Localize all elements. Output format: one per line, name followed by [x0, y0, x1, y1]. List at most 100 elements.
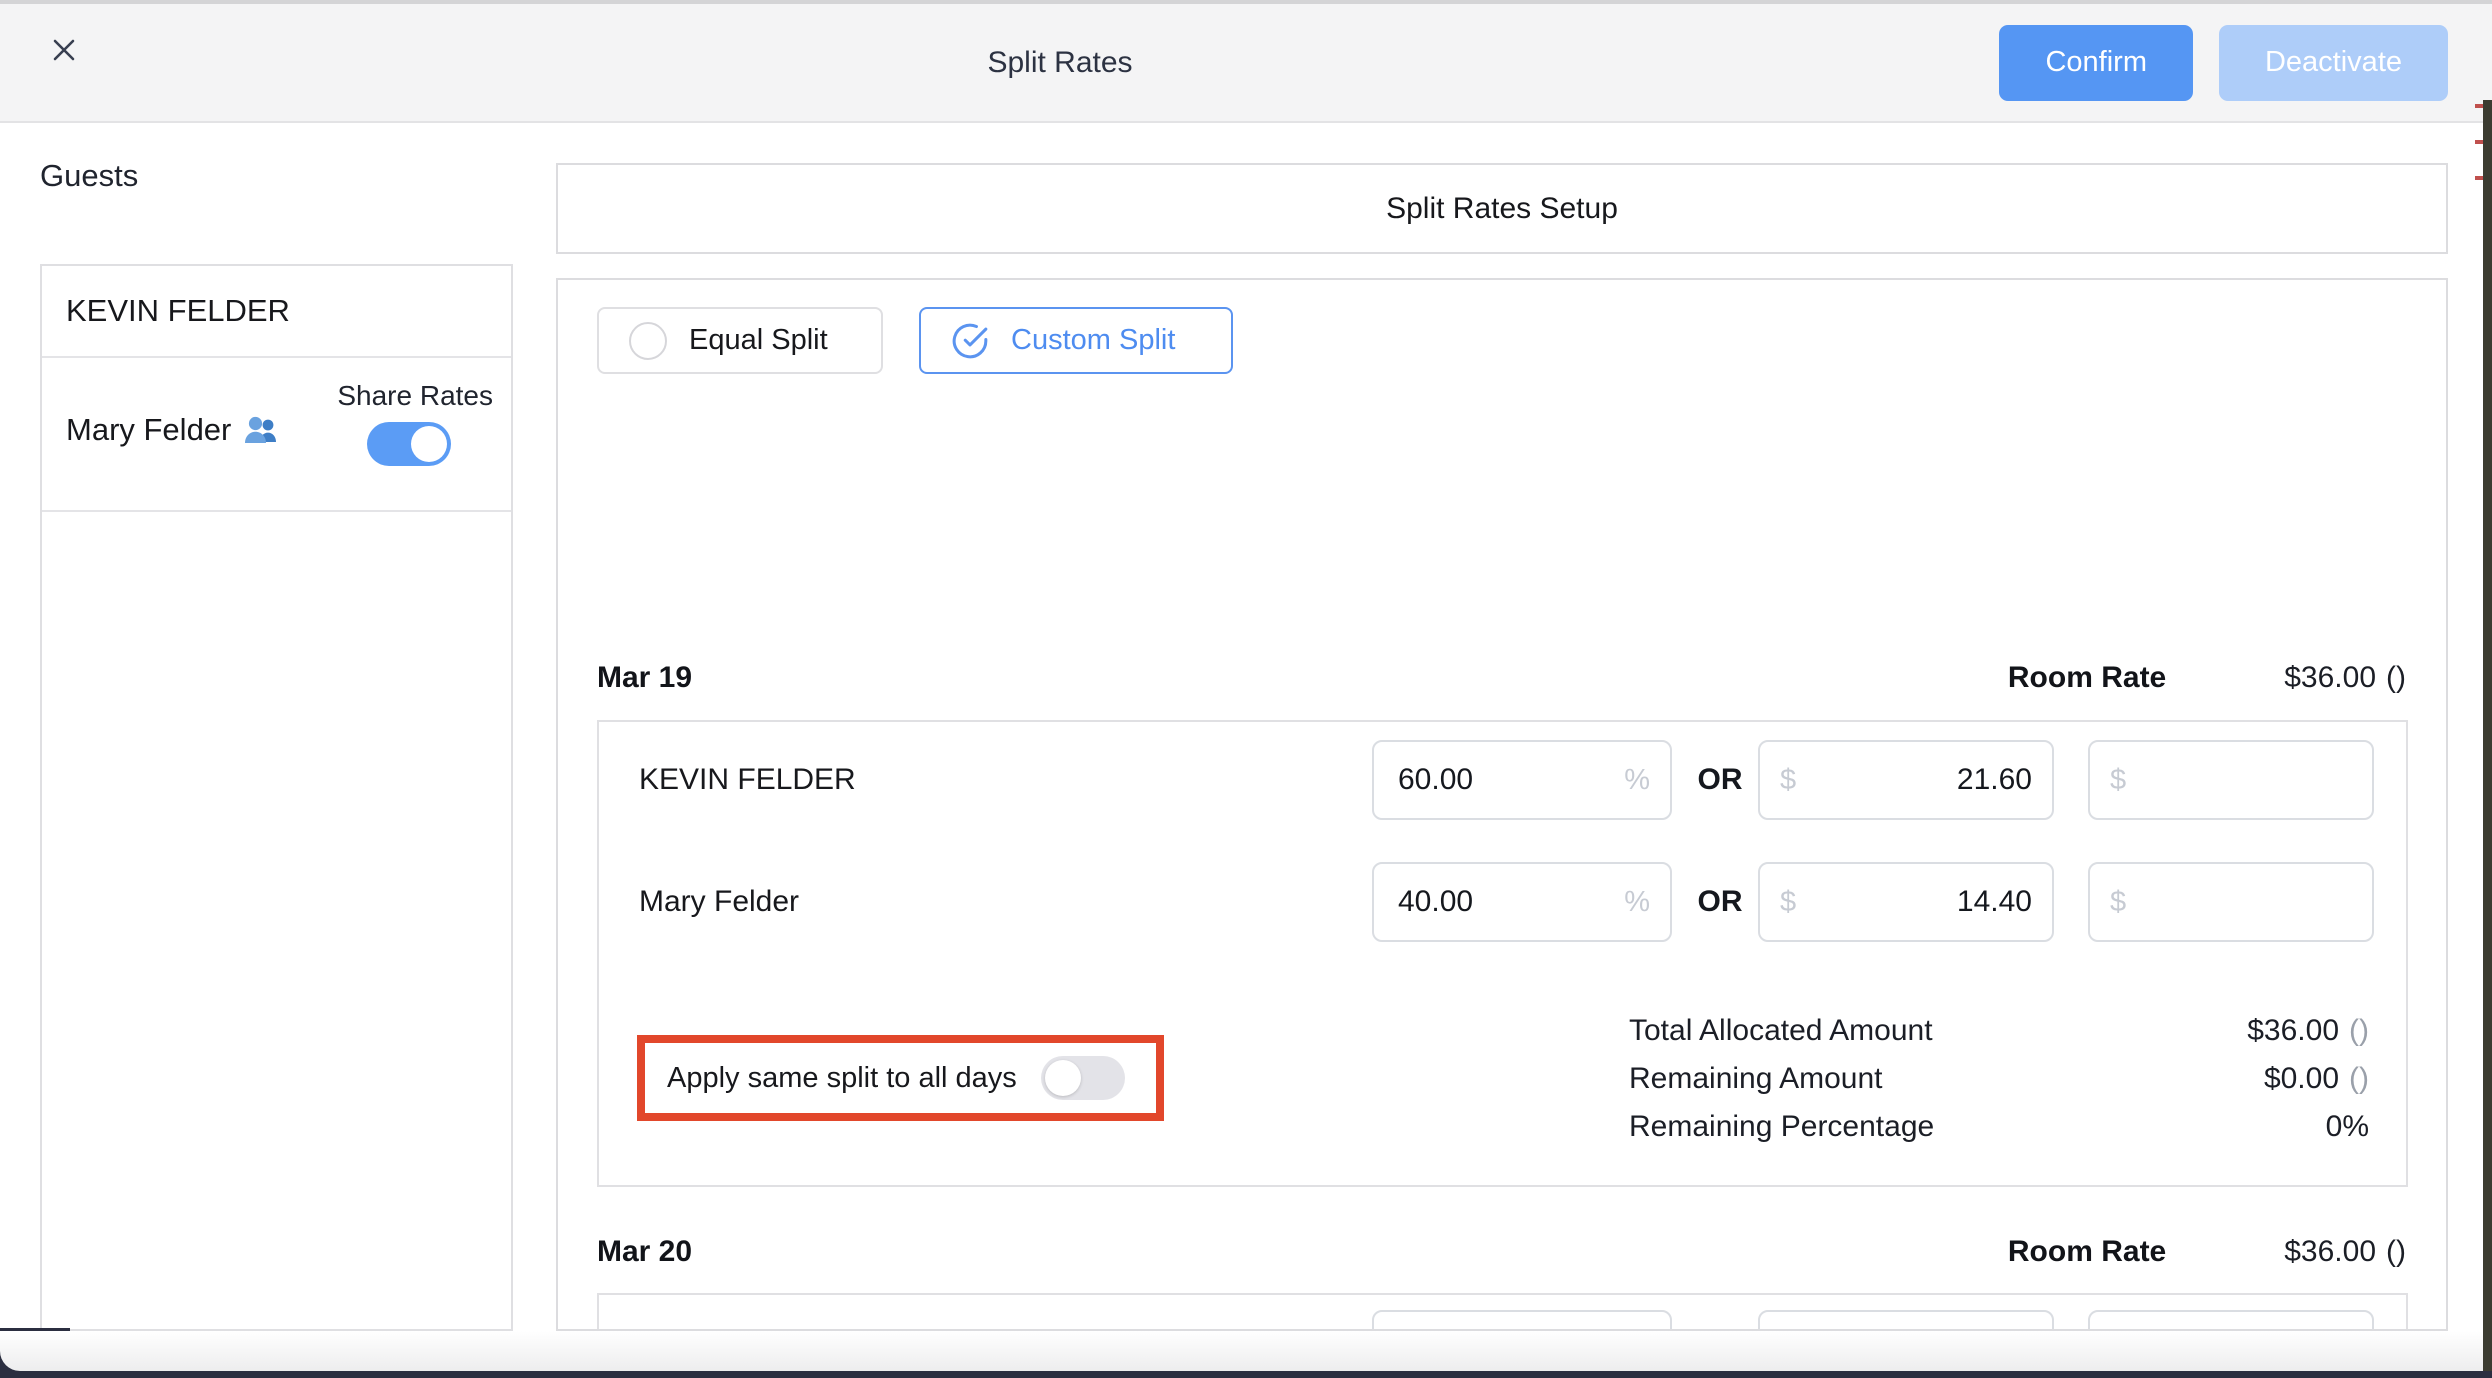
- check-circle-icon: [951, 322, 989, 360]
- split-row-mary: Mary Felder % OR $ $: [599, 862, 2406, 942]
- totals-label: Remaining Amount: [1629, 1062, 1882, 1096]
- room-rate-row: Room Rate $36.00 (): [2008, 1235, 2406, 1269]
- extra-amount-field: $: [2088, 862, 2374, 942]
- split-row-inputs: % OR $ $: [1372, 740, 2374, 820]
- split-row-kevin: KEVIN FELDER % OR $ $: [599, 740, 2406, 820]
- room-rate-value: $36.00: [2284, 1235, 2376, 1269]
- room-rate-paren: (): [2386, 1235, 2406, 1269]
- percent-input[interactable]: [1398, 742, 1616, 818]
- close-button[interactable]: [44, 30, 84, 70]
- room-rate-value: $36.00: [2284, 661, 2376, 695]
- day-header-mar20: Mar 20 Room Rate $36.00 (): [597, 1228, 2406, 1276]
- guest-list-item-secondary[interactable]: Mary Felder Share Rates: [42, 358, 511, 512]
- page-title: Split Rates: [850, 4, 1270, 121]
- radio-unchecked-icon: [629, 322, 667, 360]
- totals-paren: (): [2349, 1062, 2369, 1096]
- percent-field: %: [1372, 740, 1672, 820]
- dollar-prefix: $: [2110, 886, 2126, 919]
- confirm-button[interactable]: Confirm: [1999, 25, 2193, 101]
- modal-bottom-strip: [0, 1331, 2492, 1371]
- apply-split-toggle-knob: [1045, 1060, 1081, 1096]
- dollar-prefix: $: [1780, 764, 1796, 797]
- or-label: OR: [1690, 885, 1750, 919]
- equal-split-option[interactable]: Equal Split: [597, 307, 883, 374]
- split-row-inputs: % OR $ $: [1372, 862, 2374, 942]
- totals-row: Total Allocated Amount $36.00 (): [1629, 1014, 2369, 1062]
- amount-input[interactable]: [1804, 1312, 2032, 1331]
- split-row-inputs: % OR $ $: [1372, 1310, 2374, 1331]
- totals-value: 0%: [2326, 1110, 2369, 1144]
- percent-input[interactable]: [1398, 1312, 1616, 1331]
- page-behind-bottom-bar: [0, 1371, 2492, 1378]
- custom-split-option[interactable]: Custom Split: [919, 307, 1233, 374]
- secondary-guest-name: Mary Felder: [66, 412, 231, 448]
- room-rate-paren: (): [2386, 661, 2406, 695]
- share-rates-toggle[interactable]: [367, 422, 451, 466]
- percent-suffix: %: [1624, 886, 1650, 919]
- split-row-guest-name: Mary Felder: [639, 862, 799, 942]
- apply-split-highlight-box: Apply same split to all days: [637, 1035, 1164, 1121]
- percent-input[interactable]: [1398, 864, 1616, 940]
- day-header-mar19: Mar 19 Room Rate $36.00 (): [597, 654, 2406, 702]
- guest-list-panel: KEVIN FELDER Mary Felder Share Rates: [40, 264, 513, 1331]
- scrollbar-mark: [2475, 140, 2483, 144]
- totals-mar19: Total Allocated Amount $36.00 () Remainin…: [1629, 1014, 2369, 1158]
- percent-field: %: [1372, 862, 1672, 942]
- share-rates-toggle-knob: [411, 426, 447, 462]
- apply-split-toggle[interactable]: [1041, 1056, 1125, 1100]
- amount-input[interactable]: [1804, 864, 2032, 940]
- split-rates-modal: Split Rates Confirm Deactivate Guests KE…: [0, 0, 2492, 1378]
- custom-split-label: Custom Split: [1011, 324, 1175, 357]
- page-behind-right-edge: [2483, 100, 2492, 1371]
- amount-field: $: [1758, 1310, 2054, 1331]
- modal-header: Split Rates Confirm Deactivate: [0, 4, 2492, 123]
- dollar-prefix: $: [2110, 764, 2126, 797]
- amount-input[interactable]: [1804, 742, 2032, 818]
- scrollbar-mark: [2475, 176, 2483, 180]
- totals-label: Total Allocated Amount: [1629, 1014, 1933, 1048]
- extra-amount-input[interactable]: [2134, 864, 2352, 940]
- amount-field: $: [1758, 862, 2054, 942]
- percent-suffix: %: [1624, 764, 1650, 797]
- guests-heading: Guests: [40, 158, 138, 194]
- secondary-guest-name-wrap: Mary Felder: [66, 412, 281, 448]
- header-actions: Confirm Deactivate: [1999, 4, 2448, 121]
- percent-field: %: [1372, 1310, 1672, 1331]
- setup-title: Split Rates Setup: [1386, 192, 1618, 226]
- room-rate-label: Room Rate: [2008, 661, 2166, 695]
- apply-split-control: Apply same split to all days: [645, 1043, 1156, 1113]
- split-row-kevin: KEVIN FELDER % OR $ $: [599, 1310, 2406, 1331]
- shared-guests-icon: [243, 414, 281, 446]
- or-label: OR: [1690, 763, 1750, 797]
- split-row-guest-name: KEVIN FELDER: [639, 740, 856, 820]
- scrollbar-mark: [2475, 104, 2483, 108]
- totals-value: $0.00: [2264, 1062, 2339, 1096]
- totals-row: Remaining Amount $0.00 (): [1629, 1062, 2369, 1110]
- totals-value: $36.00: [2247, 1014, 2339, 1048]
- share-rates-label: Share Rates: [337, 380, 493, 412]
- equal-split-label: Equal Split: [689, 324, 828, 357]
- primary-guest-name: KEVIN FELDER: [66, 293, 290, 329]
- amount-field: $: [1758, 740, 2054, 820]
- day-box-mar19: KEVIN FELDER % OR $ $: [597, 720, 2408, 1187]
- totals-label: Remaining Percentage: [1629, 1110, 1934, 1144]
- day-date: Mar 20: [597, 1235, 692, 1269]
- apply-split-label: Apply same split to all days: [667, 1062, 1017, 1095]
- day-date: Mar 19: [597, 661, 692, 695]
- deactivate-button[interactable]: Deactivate: [2219, 25, 2448, 101]
- extra-amount-field: $: [2088, 740, 2374, 820]
- setup-header: Split Rates Setup: [556, 163, 2448, 254]
- dollar-prefix: $: [1780, 886, 1796, 919]
- extra-amount-input[interactable]: [2134, 742, 2352, 818]
- close-icon: [49, 35, 79, 65]
- day-box-mar20: KEVIN FELDER % OR $ $: [597, 1293, 2408, 1331]
- room-rate-label: Room Rate: [2008, 1235, 2166, 1269]
- setup-panel: Equal Split Custom Split Mar 19 Room Rat…: [556, 278, 2448, 1331]
- guest-list-item-primary[interactable]: KEVIN FELDER: [42, 266, 511, 358]
- extra-amount-field: $: [2088, 1310, 2374, 1331]
- room-rate-row: Room Rate $36.00 (): [2008, 661, 2406, 695]
- totals-row: Remaining Percentage 0%: [1629, 1110, 2369, 1158]
- split-row-guest-name: KEVIN FELDER: [639, 1310, 856, 1331]
- extra-amount-input[interactable]: [2134, 1312, 2352, 1331]
- totals-paren: (): [2349, 1014, 2369, 1048]
